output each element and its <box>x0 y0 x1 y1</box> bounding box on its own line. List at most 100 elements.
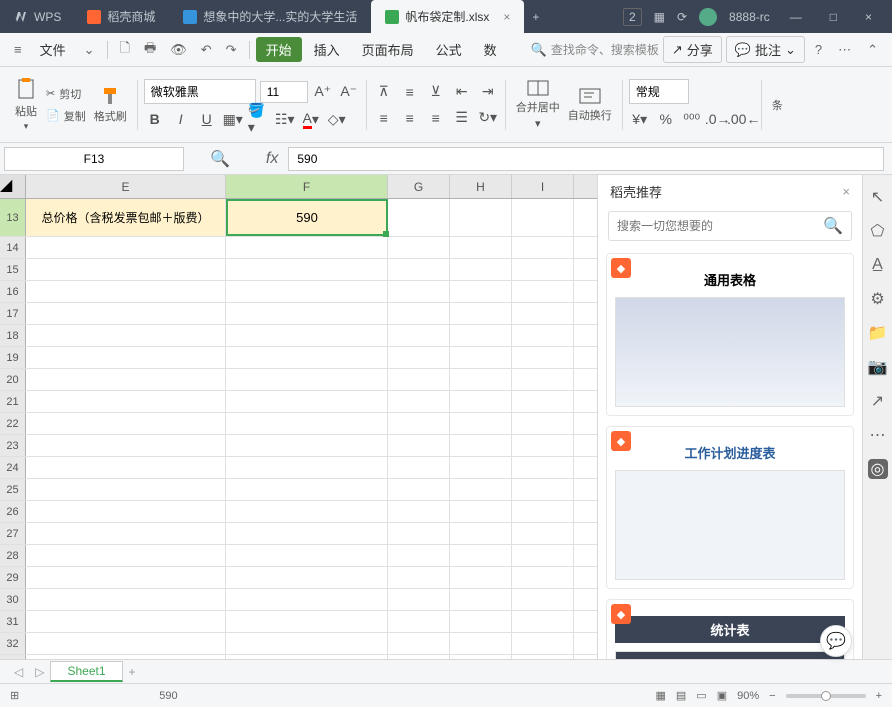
increase-indent-icon[interactable]: ⇥ <box>477 81 499 103</box>
col-header-h[interactable]: H <box>450 175 512 198</box>
cell-G22[interactable] <box>388 413 450 434</box>
cell-F32[interactable] <box>226 633 388 654</box>
cell-I23[interactable] <box>512 435 574 456</box>
search-input[interactable] <box>617 219 823 233</box>
zoom-out-button[interactable]: − <box>769 690 775 702</box>
row-header[interactable]: 25 <box>0 479 26 500</box>
cell-H17[interactable] <box>450 303 512 324</box>
cell-I24[interactable] <box>512 457 574 478</box>
align-center-icon[interactable]: ≡ <box>399 107 421 129</box>
decrease-indent-icon[interactable]: ⇤ <box>451 81 473 103</box>
cell-H28[interactable] <box>450 545 512 566</box>
font-color-button[interactable]: A▾ <box>300 108 322 130</box>
reading-mode-icon[interactable]: ▣ <box>717 689 727 702</box>
cell-G15[interactable] <box>388 259 450 280</box>
cell-I14[interactable] <box>512 237 574 258</box>
cell-F27[interactable] <box>226 523 388 544</box>
cell-H21[interactable] <box>450 391 512 412</box>
help-icon[interactable]: ? <box>809 38 828 61</box>
data-tab[interactable]: 数 <box>474 36 507 63</box>
col-header-f[interactable]: F <box>226 175 388 198</box>
prev-sheet-icon[interactable]: ◁ <box>8 665 29 679</box>
cell-H22[interactable] <box>450 413 512 434</box>
cell-H33[interactable] <box>450 655 512 659</box>
align-left-icon[interactable]: ≡ <box>373 107 395 129</box>
cell-F22[interactable] <box>226 413 388 434</box>
search-placeholder[interactable]: 查找命令、搜索模板 <box>551 41 659 58</box>
cell-F16[interactable] <box>226 281 388 302</box>
cell-F19[interactable] <box>226 347 388 368</box>
cell-F17[interactable] <box>226 303 388 324</box>
cell-G20[interactable] <box>388 369 450 390</box>
tab-document[interactable]: 想象中的大学...实的大学生活 <box>169 0 371 33</box>
cell-I22[interactable] <box>512 413 574 434</box>
cell-I30[interactable] <box>512 589 574 610</box>
cell-H32[interactable] <box>450 633 512 654</box>
cell-E14[interactable] <box>26 237 226 258</box>
cell-H13[interactable] <box>450 199 512 236</box>
template-search[interactable]: 🔍 <box>608 211 852 241</box>
cell-F29[interactable] <box>226 567 388 588</box>
cell-H30[interactable] <box>450 589 512 610</box>
col-header-i[interactable]: I <box>512 175 574 198</box>
folder-icon[interactable]: 📁 <box>868 323 888 343</box>
font-select[interactable]: 微软雅黑 <box>144 79 256 104</box>
bold-button[interactable]: B <box>144 108 166 130</box>
cell-F13[interactable]: 590 <box>226 199 388 236</box>
cell-I16[interactable] <box>512 281 574 302</box>
row-header[interactable]: 20 <box>0 369 26 390</box>
new-tab-button[interactable]: + <box>524 6 547 28</box>
cell-I27[interactable] <box>512 523 574 544</box>
fill-color-button[interactable]: 🪣▾ <box>248 108 270 130</box>
cell-I15[interactable] <box>512 259 574 280</box>
cell-H20[interactable] <box>450 369 512 390</box>
cell-F23[interactable] <box>226 435 388 456</box>
col-header-e[interactable]: E <box>26 175 226 198</box>
cell-F26[interactable] <box>226 501 388 522</box>
pagelayout-tab[interactable]: 页面布局 <box>352 36 424 63</box>
row-header[interactable]: 33 <box>0 655 26 659</box>
name-box[interactable]: F13 <box>4 147 184 171</box>
row-header[interactable]: 22 <box>0 413 26 434</box>
font-size-select[interactable]: 11 <box>260 81 308 103</box>
row-header[interactable]: 23 <box>0 435 26 456</box>
cell-F18[interactable] <box>226 325 388 346</box>
row-header[interactable]: 29 <box>0 567 26 588</box>
cell-F24[interactable] <box>226 457 388 478</box>
align-top-icon[interactable]: ⊼ <box>373 81 395 103</box>
next-sheet-icon[interactable]: ▷ <box>29 665 50 679</box>
underline-button[interactable]: U <box>196 108 218 130</box>
cell-I25[interactable] <box>512 479 574 500</box>
counter-badge[interactable]: 2 <box>623 8 642 26</box>
cell-E25[interactable] <box>26 479 226 500</box>
cell-F25[interactable] <box>226 479 388 500</box>
cell-H25[interactable] <box>450 479 512 500</box>
copy-button[interactable]: 📄复制 <box>42 106 90 126</box>
view-normal-icon[interactable]: ▦ <box>655 689 665 702</box>
camera-icon[interactable]: 📷 <box>868 357 888 377</box>
cell-H18[interactable] <box>450 325 512 346</box>
cell-F28[interactable] <box>226 545 388 566</box>
maximize-button[interactable]: □ <box>822 6 845 28</box>
chevron-down-icon[interactable]: ⌄ <box>78 38 101 62</box>
increase-decimal-icon[interactable]: .0→ <box>707 108 729 130</box>
cell-E18[interactable] <box>26 325 226 346</box>
more-icon[interactable]: ⋯ <box>832 38 857 62</box>
cell-G30[interactable] <box>388 589 450 610</box>
cell-I21[interactable] <box>512 391 574 412</box>
row-header[interactable]: 27 <box>0 523 26 544</box>
text-icon[interactable]: A̲ <box>868 255 888 275</box>
cell-E30[interactable] <box>26 589 226 610</box>
cell-H27[interactable] <box>450 523 512 544</box>
view-break-icon[interactable]: ▭ <box>696 689 706 702</box>
cursor-icon[interactable]: ↖ <box>868 187 888 207</box>
highlight-button[interactable]: ☷▾ <box>274 108 296 130</box>
cell-E20[interactable] <box>26 369 226 390</box>
cell-E23[interactable] <box>26 435 226 456</box>
cell-E28[interactable] <box>26 545 226 566</box>
view-page-icon[interactable]: ▤ <box>676 689 686 702</box>
cell-F21[interactable] <box>226 391 388 412</box>
share-button[interactable]: ↗分享 <box>663 36 722 63</box>
currency-icon[interactable]: ¥▾ <box>629 108 651 130</box>
cell-H24[interactable] <box>450 457 512 478</box>
